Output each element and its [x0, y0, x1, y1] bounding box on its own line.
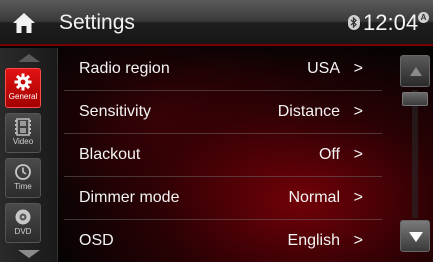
setting-row-dimmer-mode[interactable]: Dimmer mode Normal >	[64, 177, 382, 220]
settings-list: Radio region USA > Sensitivity Distance …	[64, 48, 382, 262]
chevron-right-icon: >	[353, 189, 363, 206]
sidebar-item-dvd[interactable]: DVD	[5, 203, 41, 243]
arrow-up-icon	[410, 67, 422, 76]
setting-label: Sensitivity	[79, 103, 152, 120]
setting-label: OSD	[79, 232, 114, 249]
setting-row-radio-region[interactable]: Radio region USA >	[64, 48, 382, 91]
category-sidebar: General Video Time DVD	[0, 48, 58, 262]
setting-label: Blackout	[79, 146, 141, 163]
gear-icon	[14, 73, 32, 91]
clock-icon	[15, 164, 31, 180]
page-title: Settings	[59, 11, 135, 34]
sidebar-item-general[interactable]: General	[5, 68, 41, 108]
sidebar-item-label: General	[8, 92, 38, 101]
scroll-thumb[interactable]	[402, 92, 428, 106]
sidebar-item-label: DVD	[14, 227, 32, 236]
bluetooth-icon	[348, 15, 360, 30]
setting-label: Radio region	[79, 60, 170, 77]
sidebar-item-label: Video	[12, 137, 34, 146]
sidebar-item-label: Time	[14, 182, 32, 191]
setting-value: Off	[318, 146, 340, 163]
scroll-down-button[interactable]	[400, 220, 430, 252]
settings-screen: Settings 12:04 A General Video Time DVD …	[0, 0, 433, 262]
setting-label: Dimmer mode	[79, 189, 180, 206]
setting-value: English	[287, 232, 340, 249]
alarm-badge-icon: A	[418, 12, 429, 23]
chevron-right-icon: >	[353, 60, 363, 77]
scroll-up-button[interactable]	[400, 55, 430, 87]
disc-icon	[15, 209, 31, 225]
setting-row-osd[interactable]: OSD English >	[64, 220, 382, 262]
chevron-right-icon: >	[353, 103, 363, 120]
clock: 12:04	[363, 10, 419, 35]
scroll-track[interactable]	[412, 90, 418, 218]
film-icon	[15, 118, 31, 136]
sidebar-scroll-up-icon[interactable]	[18, 54, 40, 62]
sidebar-item-time[interactable]: Time	[5, 158, 41, 198]
setting-row-blackout[interactable]: Blackout Off >	[64, 134, 382, 177]
sidebar-item-video[interactable]: Video	[5, 113, 41, 153]
chevron-right-icon: >	[353, 146, 363, 163]
setting-value: USA	[307, 60, 340, 77]
setting-value: Distance	[277, 103, 340, 120]
setting-value: Normal	[288, 189, 340, 206]
chevron-right-icon: >	[353, 232, 363, 249]
sidebar-scroll-down-icon[interactable]	[18, 250, 40, 258]
arrow-down-icon	[409, 232, 423, 242]
setting-row-sensitivity[interactable]: Sensitivity Distance >	[64, 91, 382, 134]
title-bar: Settings 12:04 A	[0, 0, 433, 46]
home-icon[interactable]	[12, 11, 36, 35]
